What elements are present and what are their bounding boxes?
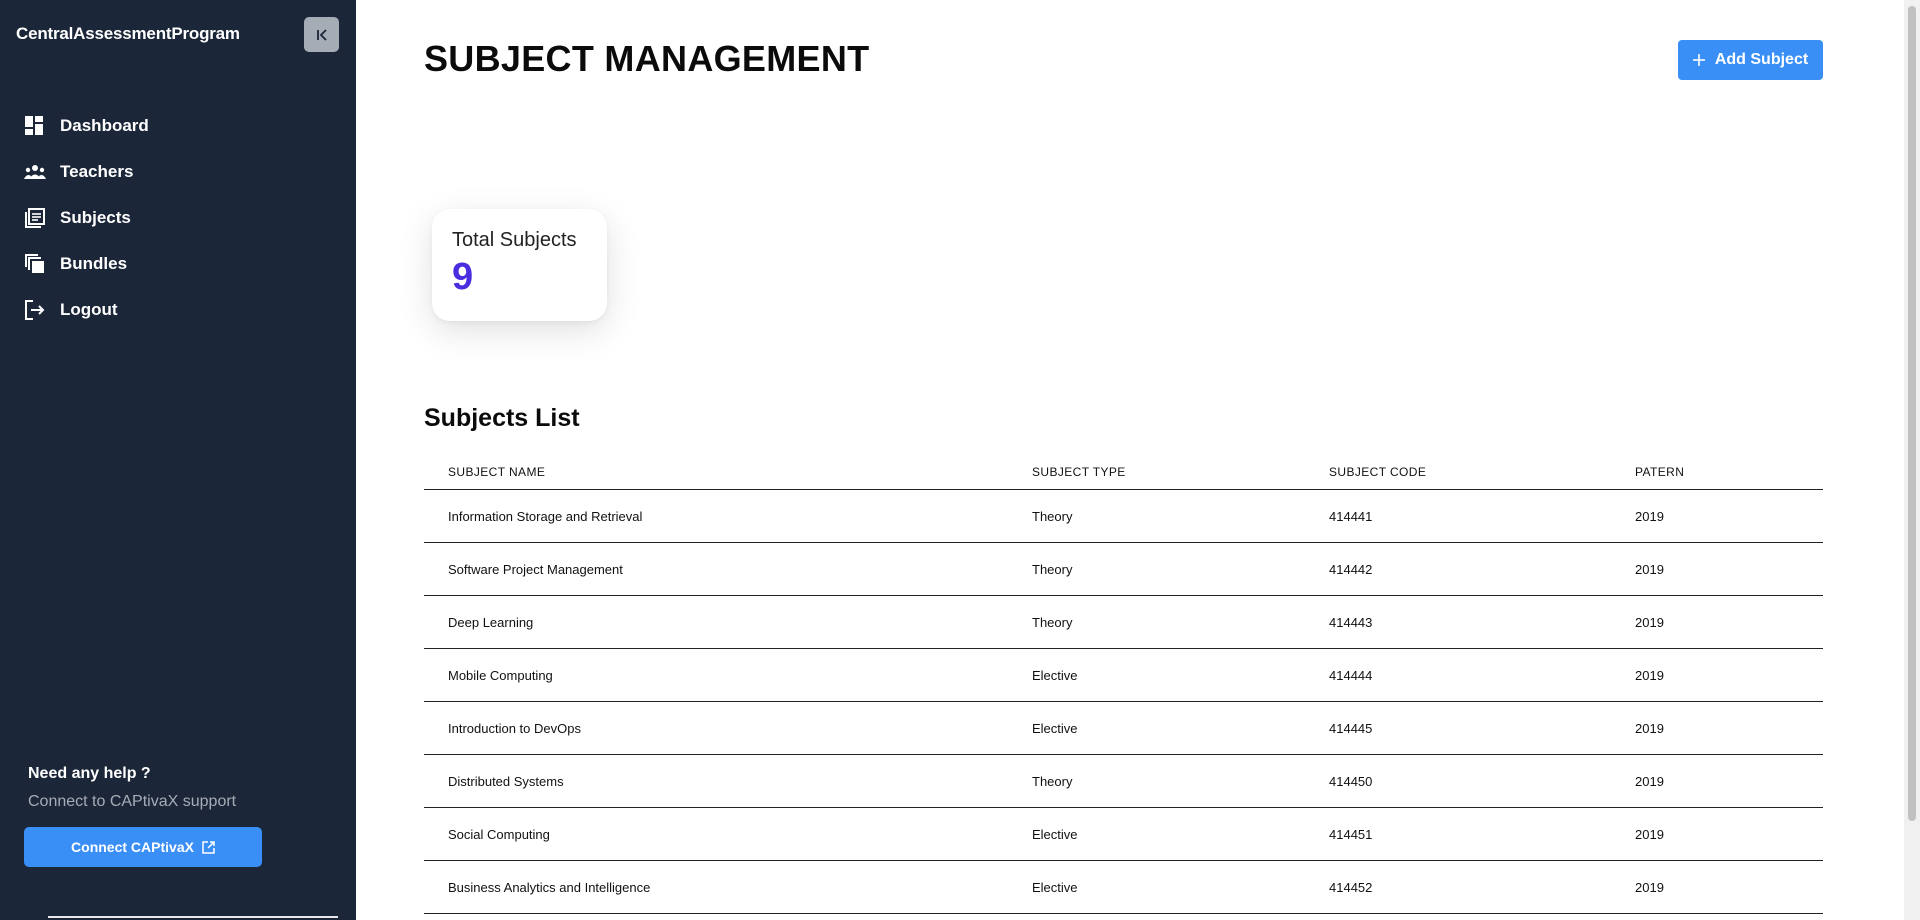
column-header: PATERN — [1611, 455, 1823, 490]
subject-code-cell: 414444 — [1305, 648, 1611, 702]
subject-name-cell: Deep Learning — [424, 595, 1008, 649]
brand-name: CentralAssessmentProgram — [16, 24, 240, 43]
help-section: Need any help ? Connect to CAPtivaX supp… — [28, 765, 236, 811]
sidebar-nav: Dashboard Teachers Subjects Bundles Logo… — [0, 103, 356, 333]
table-row[interactable]: Distributed Systems Theory 414450 2019 — [424, 754, 1823, 808]
pattern-cell: 2019 — [1611, 807, 1823, 861]
collapse-sidebar-button[interactable] — [304, 17, 339, 52]
dashboard-icon — [24, 115, 46, 137]
subject-name-cell: Software Project Management — [424, 542, 1008, 596]
subject-code-cell: 414452 — [1305, 860, 1611, 914]
subject-type-cell: Theory — [1008, 754, 1305, 808]
subject-type-cell: Theory — [1008, 489, 1305, 543]
subjects-icon — [24, 207, 46, 229]
column-header: SUBJECT CODE — [1305, 455, 1611, 490]
add-subject-label: Add Subject — [1714, 51, 1809, 68]
table-row[interactable]: Introduction to DevOps Elective 414445 2… — [424, 701, 1823, 755]
pattern-cell: 2019 — [1611, 595, 1823, 649]
main-content: SUBJECT MANAGEMENT Add Subject Total Sub… — [356, 0, 1904, 920]
sidebar-item-bundles[interactable]: Bundles — [0, 241, 356, 287]
connect-label: Connect CAPtivaX — [71, 839, 194, 855]
pattern-cell: 2019 — [1611, 860, 1823, 914]
subjects-table: SUBJECT NAME SUBJECT TYPE SUBJECT CODE P… — [424, 455, 1823, 914]
scrollbar-thumb[interactable] — [1908, 6, 1916, 821]
bundles-icon — [24, 253, 46, 275]
subjects-list-title: Subjects List — [424, 404, 580, 432]
stat-value: 9 — [452, 256, 474, 298]
sidebar-item-label: Logout — [60, 300, 118, 319]
sidebar: CentralAssessmentProgram Dashboard Teach… — [0, 0, 356, 920]
help-subtitle: Connect to CAPtivaX support — [28, 793, 237, 810]
pattern-cell: 2019 — [1611, 648, 1823, 702]
subject-code-cell: 414442 — [1305, 542, 1611, 596]
subject-name-cell: Business Analytics and Intelligence — [424, 860, 1008, 914]
table-row[interactable]: Mobile Computing Elective 414444 2019 — [424, 648, 1823, 702]
subject-code-cell: 414443 — [1305, 595, 1611, 649]
column-header: SUBJECT NAME — [424, 455, 1008, 490]
subject-name-cell: Information Storage and Retrieval — [424, 489, 1008, 543]
add-subject-button[interactable]: Add Subject — [1678, 40, 1823, 80]
connect-support-button[interactable]: Connect CAPtivaX — [24, 827, 262, 867]
table-row[interactable]: Information Storage and Retrieval Theory… — [424, 489, 1823, 543]
subject-type-cell: Elective — [1008, 701, 1305, 755]
pattern-cell: 2019 — [1611, 542, 1823, 596]
column-header: SUBJECT TYPE — [1008, 455, 1305, 490]
teachers-icon — [24, 161, 46, 183]
sidebar-item-subjects[interactable]: Subjects — [0, 195, 356, 241]
subject-name-cell: Social Computing — [424, 807, 1008, 861]
sidebar-item-teachers[interactable]: Teachers — [0, 149, 356, 195]
subject-type-cell: Elective — [1008, 648, 1305, 702]
plus-icon — [1692, 54, 1705, 66]
table-row[interactable]: Deep Learning Theory 414443 2019 — [424, 595, 1823, 649]
sidebar-item-dashboard[interactable]: Dashboard — [0, 103, 356, 149]
subject-name-cell: Distributed Systems — [424, 754, 1008, 808]
stat-label: Total Subjects — [452, 229, 577, 251]
subject-code-cell: 414450 — [1305, 754, 1611, 808]
subject-name-cell: Mobile Computing — [424, 648, 1008, 702]
table-header-row: SUBJECT NAME SUBJECT TYPE SUBJECT CODE P… — [424, 455, 1823, 490]
page-scrollbar[interactable] — [1904, 0, 1920, 920]
subject-code-cell: 414441 — [1305, 489, 1611, 543]
sidebar-item-label: Dashboard — [60, 116, 149, 135]
subject-type-cell: Elective — [1008, 860, 1305, 914]
table-row[interactable]: Software Project Management Theory 41444… — [424, 542, 1823, 596]
sidebar-item-label: Teachers — [60, 162, 134, 181]
collapse-left-icon — [316, 28, 327, 41]
help-title: Need any help ? — [28, 765, 151, 782]
divider — [48, 916, 338, 918]
total-subjects-card: Total Subjects 9 — [432, 209, 607, 321]
pattern-cell: 2019 — [1611, 701, 1823, 755]
logout-icon — [24, 299, 46, 321]
sidebar-item-logout[interactable]: Logout — [0, 287, 356, 333]
subject-type-cell: Theory — [1008, 542, 1305, 596]
subject-code-cell: 414445 — [1305, 701, 1611, 755]
sidebar-item-label: Subjects — [60, 208, 131, 227]
table-row[interactable]: Social Computing Elective 414451 2019 — [424, 807, 1823, 861]
pattern-cell: 2019 — [1611, 754, 1823, 808]
subject-type-cell: Theory — [1008, 595, 1305, 649]
page-title: SUBJECT MANAGEMENT — [424, 38, 870, 79]
subject-name-cell: Introduction to DevOps — [424, 701, 1008, 755]
subject-code-cell: 414451 — [1305, 807, 1611, 861]
table-row[interactable]: Business Analytics and Intelligence Elec… — [424, 860, 1823, 914]
subject-type-cell: Elective — [1008, 807, 1305, 861]
pattern-cell: 2019 — [1611, 489, 1823, 543]
sidebar-item-label: Bundles — [60, 254, 128, 273]
external-link-icon — [202, 840, 215, 854]
